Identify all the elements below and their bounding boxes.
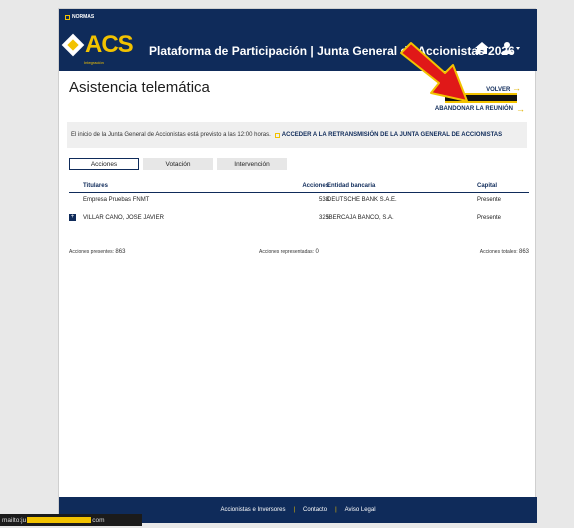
acciones-presentes-value: 863 [115,249,126,255]
status-url-suffix: com [92,516,105,524]
table-row: Empresa Pruebas FNMT 538 DEUTSCHE BANK S… [69,193,529,211]
table-header: Titulares Acciones Entidad bancaria Capi… [69,179,529,193]
normas-link[interactable]: NORMAS [65,14,94,20]
user-menu-icon[interactable] [501,42,521,54]
notice-text: El inicio de la Junta General de Accioni… [71,132,271,138]
acciones-totales: Acciones totales: 863 [480,249,529,255]
col-entidad: Entidad bancaria [327,183,376,189]
acciones-representadas-label: Acciones representadas: [259,249,315,255]
acs-logo-text: ACS [85,31,134,58]
tab-bar: Acciones Votación Intervención [69,158,287,170]
footer-link-inversores[interactable]: Accionistas e Inversores [220,507,285,513]
cell-capital: Presente [477,215,502,221]
acciones-presentes-label: Acciones presentes: [69,249,115,255]
holdings-table: Titulares Acciones Entidad bancaria Capi… [69,179,529,229]
annotation-arrow-icon [400,42,468,102]
cell-capital: Presente [477,197,502,203]
arrow-right-icon: → [512,83,521,93]
status-url-prefix: mailto:ju [2,516,27,524]
footer-separator: | [293,507,296,513]
acciones-representadas: Acciones representadas: 0 [259,249,319,255]
col-capital: Capital [477,183,498,189]
normas-label: NORMAS [72,14,95,20]
tab-votacion[interactable]: Votación [143,158,213,170]
footer-link-contacto[interactable]: Contacto [303,507,327,513]
browser-page: NORMAS ACS Integración Plataforma de Par… [58,8,537,523]
arrow-right-icon: → [516,104,525,114]
broadcast-link[interactable]: ACCEDER A LA RETRANSMISIÓN DE LA JUNTA G… [274,132,503,138]
redacted-text [27,517,92,523]
volver-link[interactable]: VOLVER → [486,83,521,93]
abandonar-link[interactable]: ABANDONAR LA REUNIÓN → [435,104,525,114]
tab-acciones[interactable]: Acciones [69,158,139,170]
logo-subtitle: Integración [84,60,104,65]
browser-status-bar: mailto:ju com [0,514,142,526]
external-link-icon [274,132,280,138]
footer-separator: | [335,507,337,513]
tab-intervencion[interactable]: Intervención [217,158,287,170]
cell-entidad: IBERCAJA BANCO, S.A. [327,215,394,221]
footer-link-aviso-legal[interactable]: Aviso Legal [345,507,376,513]
col-titulares: Titulares [83,183,108,189]
start-notice: El inicio de la Junta General de Accioni… [67,122,527,148]
acs-logo-diamond-icon [61,33,85,57]
acciones-presentes: Acciones presentes: 863 [69,249,125,255]
home-icon[interactable] [475,42,489,54]
external-link-icon [65,14,70,20]
acciones-representadas-value: 0 [315,249,319,255]
cell-titular: VILLAR CANO, JOSE JAVIER [83,215,164,221]
table-row: + VILLAR CANO, JOSE JAVIER 325 IBERCAJA … [69,211,529,229]
acciones-totales-value: 863 [518,249,529,255]
broadcast-link-label: ACCEDER A LA RETRANSMISIÓN DE LA JUNTA G… [281,132,503,138]
acciones-totales-label: Acciones totales: [479,249,518,255]
acs-logo[interactable]: ACS [61,31,134,58]
cell-entidad: DEUTSCHE BANK S.A.E. [327,197,397,203]
page-title: Asistencia telemática [69,79,210,96]
cell-titular: Empresa Pruebas FNMT [83,197,150,203]
col-acciones: Acciones [302,183,329,189]
expand-plus-icon[interactable]: + [69,214,76,221]
abandonar-label: ABANDONAR LA REUNIÓN [434,106,513,112]
